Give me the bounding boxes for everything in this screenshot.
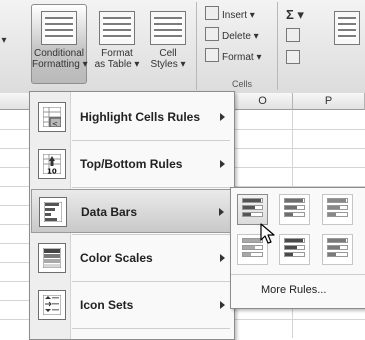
delete-icon: [205, 27, 219, 41]
submenu-arrow-icon: [219, 208, 224, 216]
clear-button[interactable]: [286, 50, 303, 67]
format-button[interactable]: Format ▾: [205, 48, 261, 65]
cell-styles-button[interactable]: Cell Styles ▾: [145, 4, 191, 84]
ribbon-separator: [196, 2, 197, 90]
menu-separator: [72, 140, 230, 141]
data-bar-light-blue[interactable]: [279, 234, 310, 265]
format-as-table-label-2: as Table ▾: [94, 59, 140, 70]
menu-separator: [72, 187, 230, 188]
cell-styles-label: Cell: [159, 48, 177, 59]
data-bars-submenu: More Rules...: [230, 187, 365, 309]
color-scales-glyph: [43, 248, 61, 268]
ribbon-edge-button[interactable]: ▾: [0, 4, 12, 84]
cell-styles-label-2: Styles ▾: [150, 59, 186, 70]
column-header-o-label: O: [258, 95, 267, 107]
conditional-formatting-button[interactable]: Conditional Formatting ▾: [31, 4, 88, 84]
top-10-badge: 10: [47, 168, 57, 175]
data-bars-icon: [39, 197, 67, 227]
mouse-pointer-icon: [260, 223, 275, 244]
submenu-arrow-icon: [220, 254, 225, 262]
submenu-arrow-icon: [220, 113, 225, 121]
conditional-formatting-label: Conditional: [33, 48, 85, 59]
submenu-arrow-icon: [220, 160, 225, 168]
color-scales-icon: [38, 243, 66, 273]
insert-icon: [205, 6, 219, 20]
fill-icon: [286, 28, 300, 42]
menu-item-highlight-cells-rules[interactable]: < Highlight Cells Rules: [31, 95, 233, 139]
data-bar-green[interactable]: [279, 194, 310, 225]
data-bar-blue[interactable]: [237, 194, 268, 225]
icon-sets-glyph: [43, 295, 61, 315]
data-bar-purple[interactable]: [322, 234, 353, 265]
menu-separator: [72, 234, 230, 235]
menu-item-label: Highlight Cells Rules: [80, 110, 201, 124]
conditional-formatting-menu: < Highlight Cells Rules 10 Top/Bottom Ru…: [29, 91, 235, 340]
conditional-formatting-icon: [41, 11, 77, 45]
sort-filter-icon: [333, 11, 360, 45]
cell-styles-icon: [150, 11, 186, 45]
top-bottom-icon: 10: [38, 149, 66, 179]
highlight-cells-icon: <: [38, 102, 66, 132]
menu-separator: [72, 281, 230, 282]
format-as-table-icon: [99, 11, 135, 45]
cells-group-label: Cells: [232, 79, 253, 89]
delete-button[interactable]: Delete ▾: [205, 27, 259, 44]
highlight-cells-glyph: <: [43, 107, 61, 127]
more-rules-label: More Rules...: [261, 284, 327, 296]
delete-label: Delete ▾: [222, 31, 259, 42]
sort-filter-button[interactable]: [328, 4, 365, 84]
top-bottom-glyph: 10: [43, 154, 61, 174]
format-as-table-label: Format: [101, 48, 133, 59]
column-header-p-label: P: [324, 95, 333, 107]
more-rules-link[interactable]: More Rules...: [231, 275, 365, 305]
eraser-icon: [286, 50, 300, 64]
autosum-label: Σ ▾: [286, 7, 304, 22]
menu-item-color-scales[interactable]: Color Scales: [31, 236, 233, 280]
format-icon: [205, 48, 219, 62]
format-label: Format ▾: [222, 52, 262, 63]
icon-sets-icon: [38, 290, 66, 320]
menu-item-icon-sets[interactable]: Icon Sets: [31, 283, 233, 327]
format-as-table-button[interactable]: Format as Table ▾: [90, 4, 144, 84]
menu-separator: [72, 328, 230, 329]
menu-item-label: Color Scales: [80, 251, 153, 265]
menu-item-label: Top/Bottom Rules: [80, 157, 183, 171]
conditional-formatting-label-2: Formatting ▾: [32, 59, 88, 70]
menu-item-data-bars[interactable]: Data Bars: [31, 189, 233, 233]
autosum-button[interactable]: Σ ▾: [286, 6, 304, 23]
submenu-arrow-icon: [220, 301, 225, 309]
data-bar-red[interactable]: [322, 194, 353, 225]
ribbon: ▾ Conditional Formatting ▾ Format as Tab…: [0, 0, 365, 94]
insert-button[interactable]: Insert ▾: [205, 6, 255, 23]
menu-item-label: Data Bars: [81, 205, 138, 219]
fill-button[interactable]: [286, 28, 303, 45]
column-header-o[interactable]: O: [233, 93, 293, 110]
menu-item-label: Icon Sets: [80, 298, 134, 312]
svg-text:<: <: [52, 120, 58, 127]
insert-label: Insert ▾: [222, 10, 255, 21]
menu-item-top-bottom-rules[interactable]: 10 Top/Bottom Rules: [31, 142, 233, 186]
column-header-p[interactable]: P: [293, 93, 365, 110]
ribbon-separator-2: [277, 2, 278, 90]
data-bars-glyph: [44, 202, 62, 222]
